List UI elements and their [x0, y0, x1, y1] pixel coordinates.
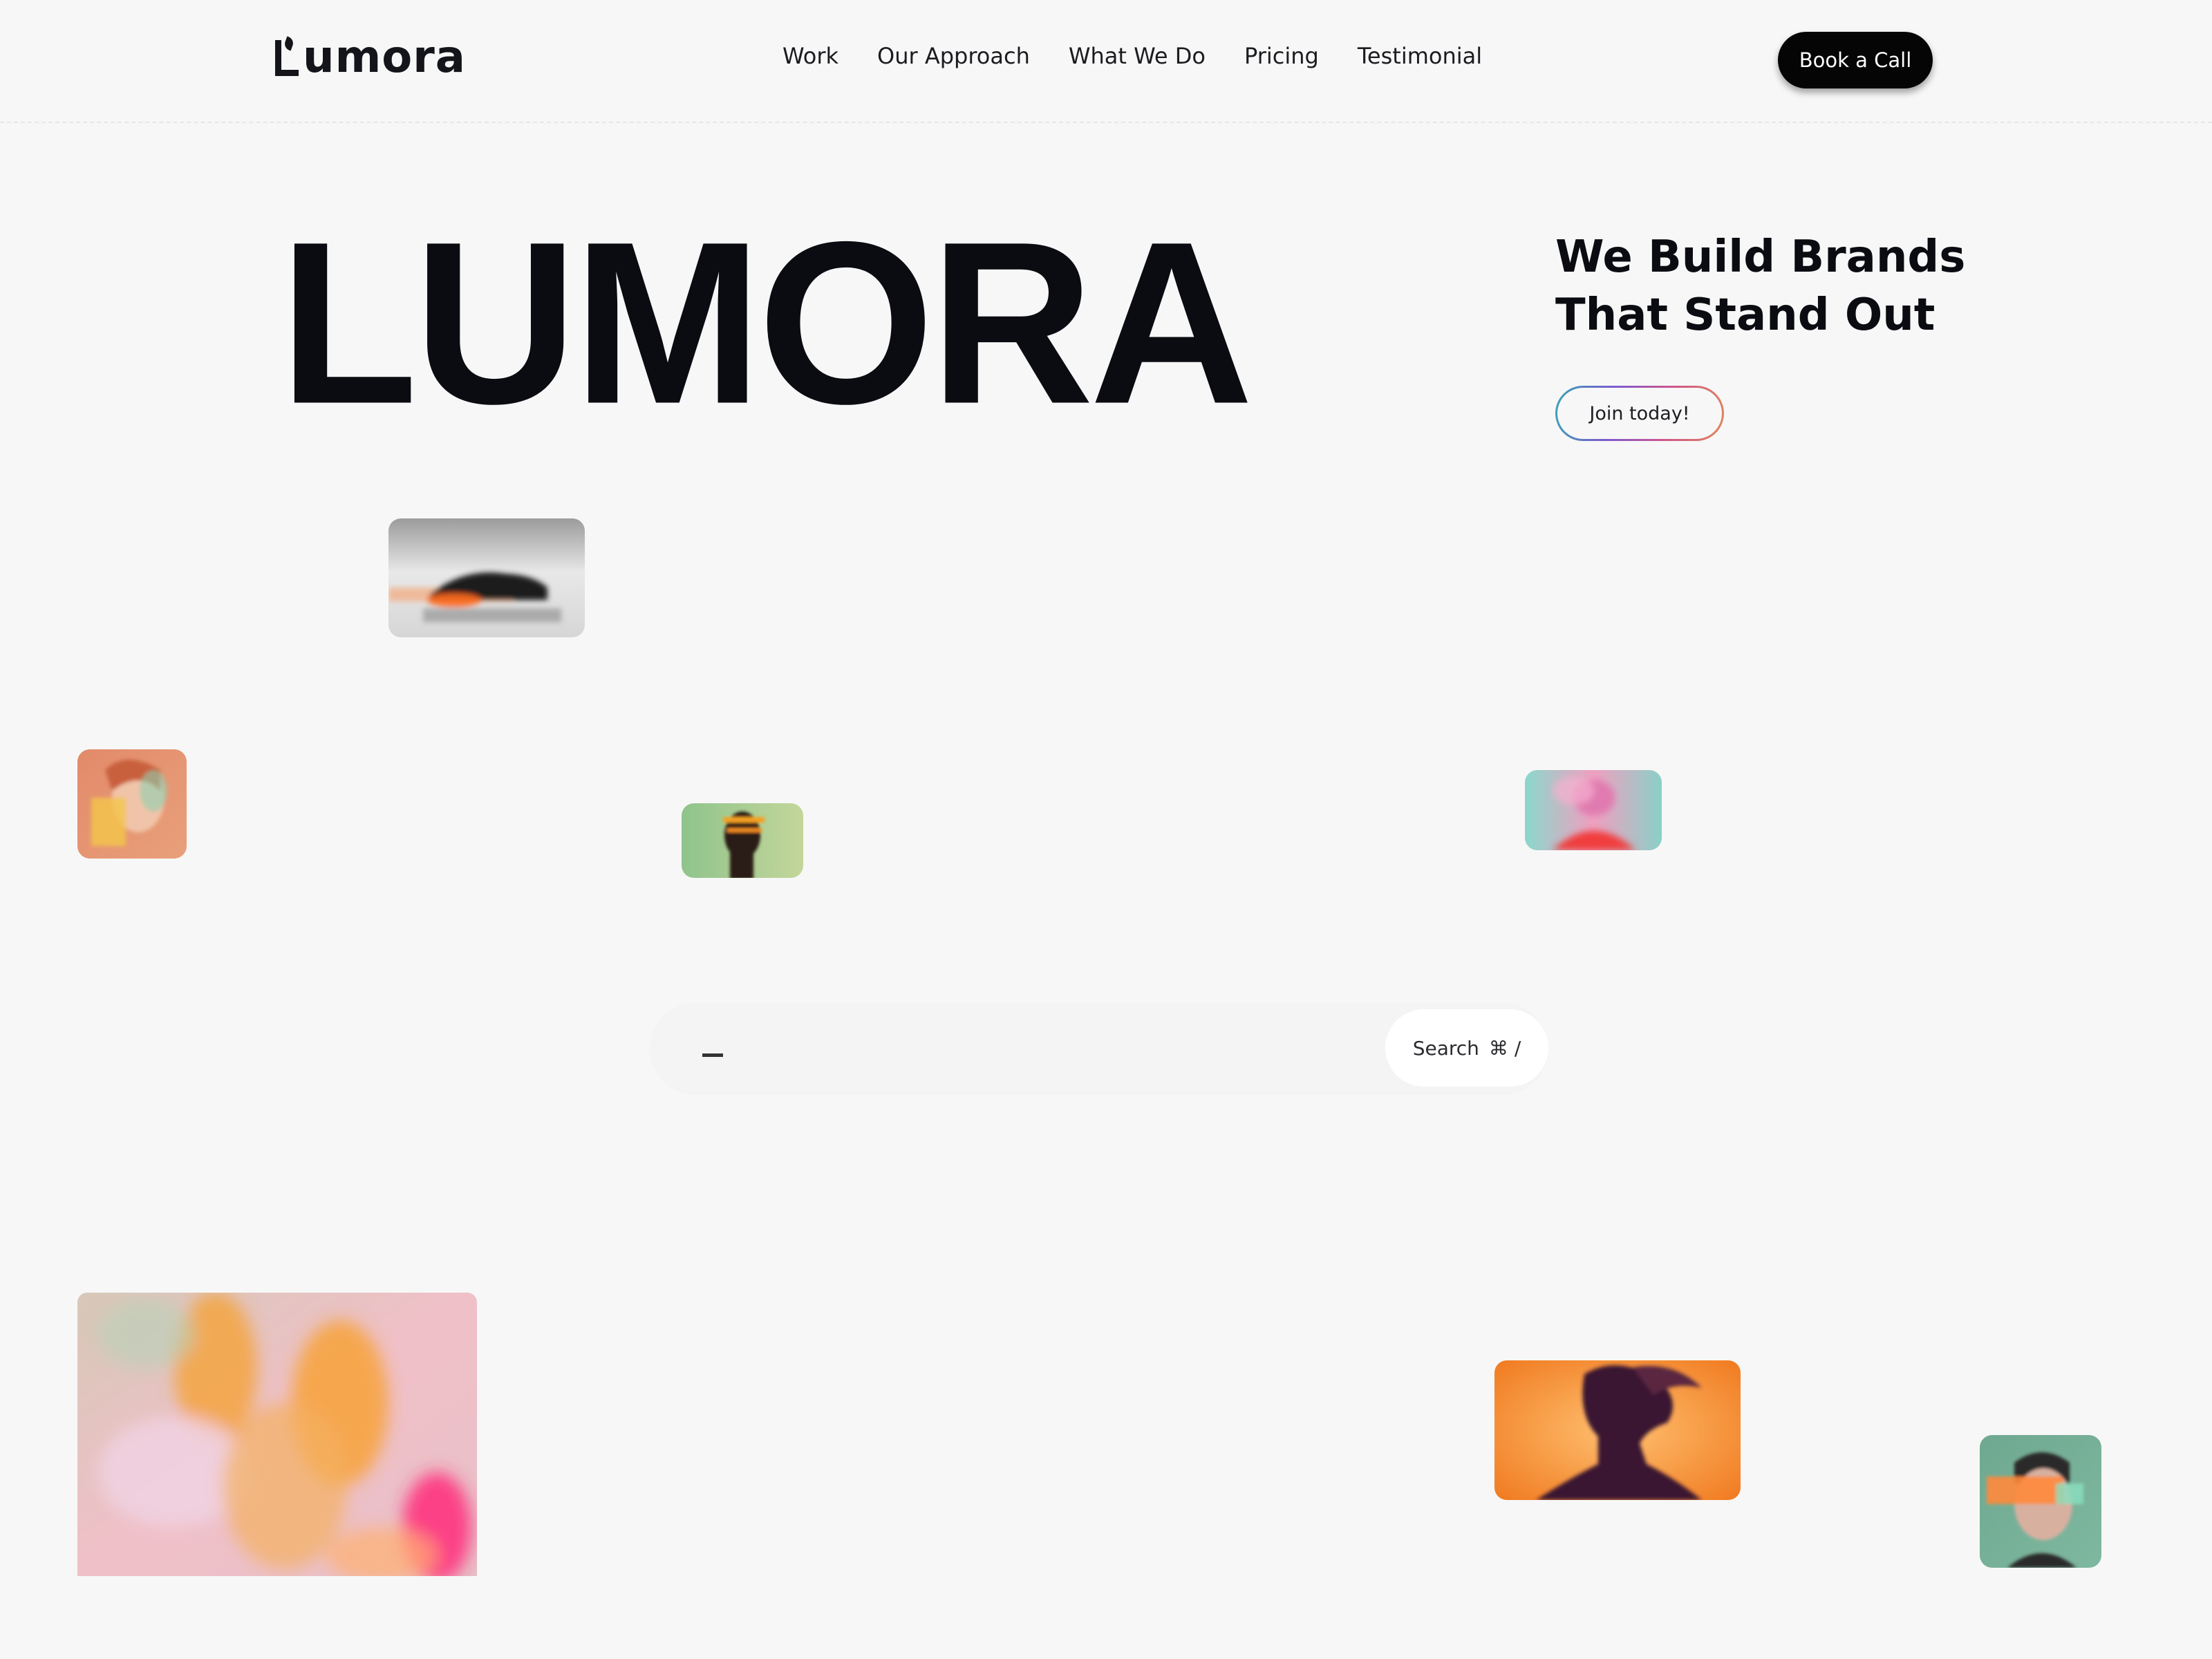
search-button[interactable]: Search ⌘ / [1385, 1009, 1548, 1087]
book-call-button[interactable]: Book a Call [1778, 32, 1933, 88]
nav-item-testimonial[interactable]: Testimonial [1358, 43, 1482, 69]
join-today-label: Join today! [1557, 388, 1722, 439]
hair-silhouette-image [1494, 1360, 1741, 1500]
hero-tagline: We Build Brands That Stand Out [1555, 228, 1998, 344]
pink-blur-portrait-image [1525, 770, 1662, 850]
man-profile-image [682, 803, 803, 878]
car-motion-image [388, 518, 585, 637]
nav-item-pricing[interactable]: Pricing [1244, 43, 1319, 69]
brand-name: umora [303, 32, 466, 83]
nav-item-work[interactable]: Work [782, 43, 838, 69]
nav-item-our-approach[interactable]: Our Approach [877, 43, 1030, 69]
text-cursor [702, 1053, 723, 1057]
main-nav: Work Our Approach What We Do Pricing Tes… [782, 43, 1482, 69]
command-shortcut-icon: ⌘ / [1488, 1036, 1521, 1060]
brand-logo[interactable]: umora [274, 32, 466, 83]
tagline-line-1: We Build Brands [1555, 232, 1966, 283]
woman-portrait-image [77, 749, 187, 859]
nav-item-what-we-do[interactable]: What We Do [1069, 43, 1206, 69]
tagline-line-2: That Stand Out [1555, 290, 1936, 341]
join-today-button[interactable]: Join today! [1555, 386, 1724, 441]
green-portrait-image [1980, 1435, 2101, 1568]
site-header: umora Work Our Approach What We Do Prici… [0, 0, 2212, 123]
logo-mark-icon [274, 36, 300, 77]
hero-headline: LUMORA [279, 193, 1253, 452]
search-button-label: Search [1412, 1036, 1479, 1060]
abstract-flower-image [77, 1293, 477, 1576]
